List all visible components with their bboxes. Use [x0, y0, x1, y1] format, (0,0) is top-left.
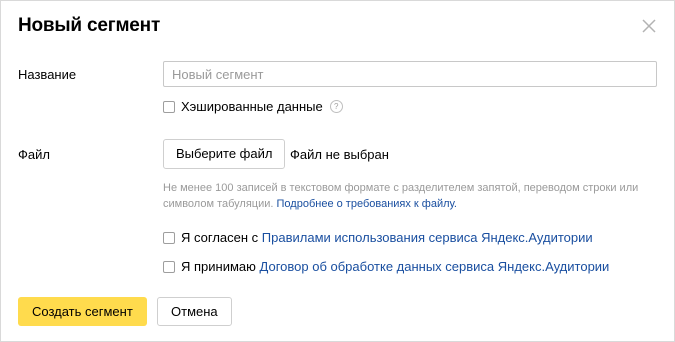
terms-agreement: Я согласен с Правилами использования сер… — [163, 230, 593, 245]
file-requirements-hint: Не менее 100 записей в текстовом формате… — [163, 180, 643, 212]
cancel-button[interactable]: Отмена — [157, 297, 232, 326]
file-requirements-link[interactable]: Подробнее о требованиях к файлу. — [277, 198, 457, 210]
terms-link[interactable]: Правилами использования сервиса Яндекс.А… — [262, 230, 593, 245]
terms-checkbox[interactable] — [163, 231, 175, 244]
choose-file-button[interactable]: Выберите файл — [163, 139, 286, 169]
name-label: Название — [18, 67, 77, 82]
segment-name-input[interactable] — [163, 61, 657, 87]
file-status: Файл не выбран — [290, 147, 389, 162]
terms-prefix[interactable]: Я согласен с — [181, 230, 262, 245]
new-segment-dialog: Новый сегмент Название Хэшированные данн… — [0, 0, 675, 342]
file-label: Файл — [18, 147, 50, 162]
question-circle-icon[interactable]: ? — [329, 100, 343, 113]
data-processing-checkbox[interactable] — [163, 260, 175, 273]
close-icon[interactable] — [642, 19, 656, 33]
data-processing-agreement: Я принимаю Договор об обработке данных с… — [163, 259, 609, 274]
dialog-title: Новый сегмент — [18, 15, 161, 36]
hashed-data-checkbox[interactable] — [163, 100, 175, 113]
hashed-data-option: Хэшированные данные ? — [163, 99, 343, 114]
data-processing-link[interactable]: Договор об обработке данных сервиса Янде… — [260, 259, 610, 274]
create-segment-button[interactable]: Создать сегмент — [18, 297, 147, 326]
hashed-data-label[interactable]: Хэшированные данные — [181, 99, 323, 114]
data-processing-prefix[interactable]: Я принимаю — [181, 259, 260, 274]
